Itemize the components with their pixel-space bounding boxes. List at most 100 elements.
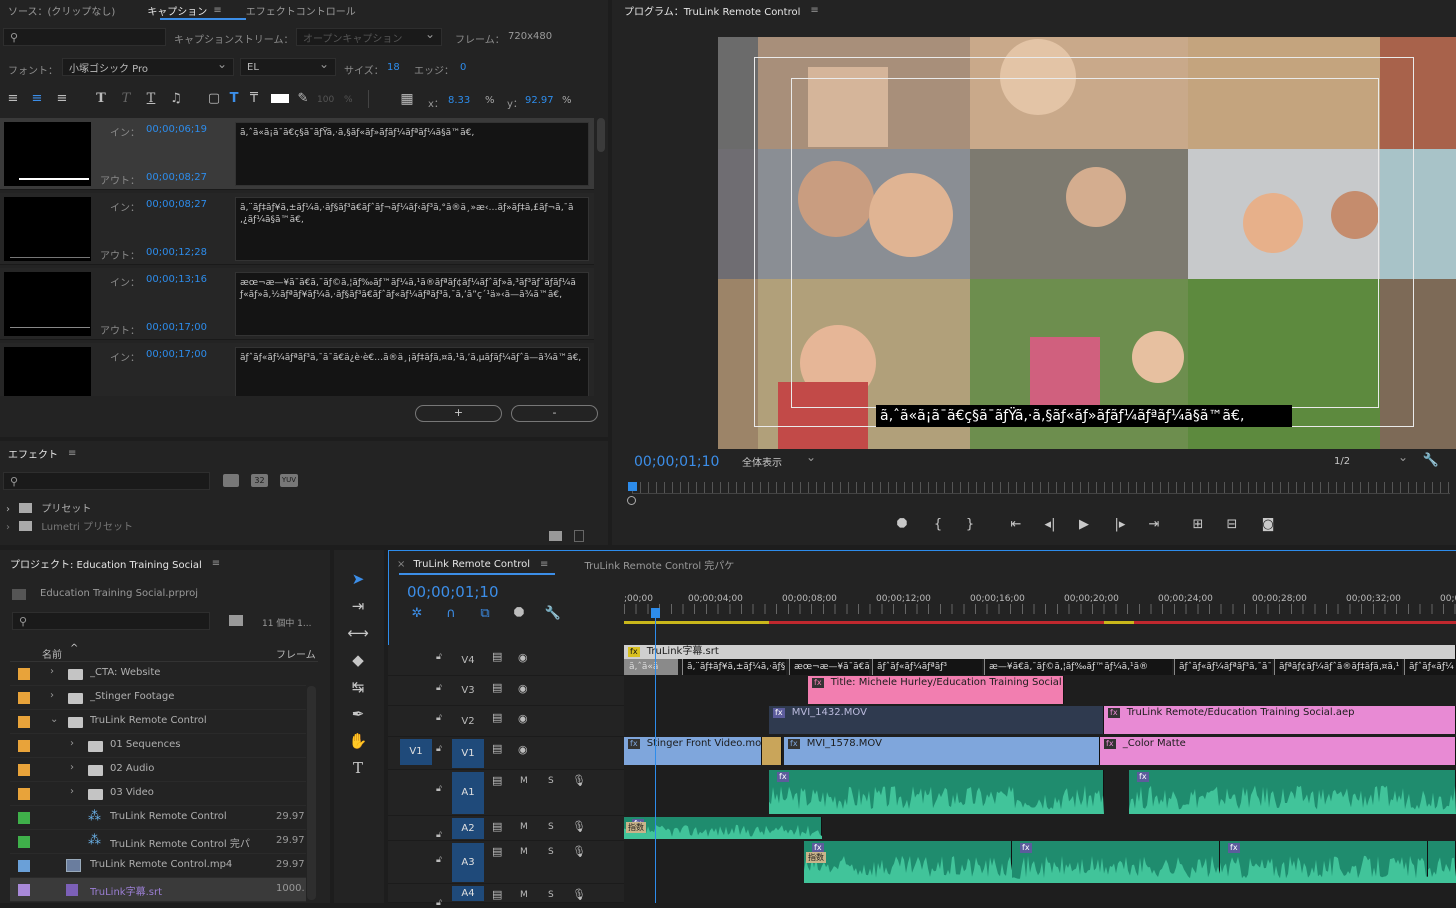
text-outline-icon[interactable]: ₸	[245, 90, 263, 108]
color-label-swatch[interactable]	[18, 812, 30, 824]
audio-clip-a1[interactable]: fx	[769, 770, 1104, 814]
caption-scrollbar[interactable]	[597, 118, 605, 152]
lift-icon[interactable]: ⊞	[1188, 517, 1208, 532]
track-header[interactable]: 🔓︎ A2 ▤ M S 🎙︎	[388, 816, 624, 841]
track-header[interactable]: 🔓︎ A1 ▤ M S 🎙︎	[388, 770, 624, 816]
new-bin-icon[interactable]	[549, 531, 562, 541]
music-note-icon[interactable]: ♫	[167, 90, 185, 108]
audio-clip-a1[interactable]: fx	[1129, 770, 1456, 814]
microphone-icon[interactable]: 🎙︎	[572, 820, 586, 833]
play-icon[interactable]: ▶	[1074, 517, 1094, 532]
sync-lock-icon[interactable]: ▤	[492, 845, 502, 858]
panel-menu-icon[interactable]: ≡	[68, 448, 76, 459]
track-header[interactable]: 🔓︎ V3 ▤ ◉	[388, 676, 624, 706]
source-patch-v1[interactable]: V1	[400, 739, 432, 765]
color-label-swatch[interactable]	[18, 668, 30, 680]
monitor-playhead[interactable]	[628, 482, 637, 491]
eyedropper-icon[interactable]: ✎	[294, 90, 312, 108]
tab-sequence-main[interactable]: TruLink Remote Control	[413, 559, 530, 570]
video-frame[interactable]: ã‚ˆã«ã¡ã¯ã€ç§ã¯ãƒŸã‚·ã‚§ãƒ«ãƒ»ãƒãƒ¼ãƒªãƒ…	[718, 37, 1456, 449]
y-value[interactable]: 92.97	[525, 95, 554, 106]
color-label-swatch[interactable]	[18, 788, 30, 800]
color-swatch[interactable]	[271, 94, 289, 103]
lock-icon[interactable]: 🔓︎	[436, 855, 442, 865]
eye-icon[interactable]: ◉	[518, 682, 528, 695]
selection-tool-icon[interactable]: ➤	[346, 568, 370, 590]
color-label-swatch[interactable]	[18, 692, 30, 704]
type-tool-icon[interactable]: T	[346, 757, 370, 779]
track-header[interactable]: 🔓︎ A3 ▤ M S 🎙︎	[388, 841, 624, 884]
position-grid-icon[interactable]: ▦	[398, 90, 416, 108]
mark-out-icon[interactable]: }	[960, 517, 980, 532]
size-value[interactable]: 18	[387, 62, 400, 73]
project-search-input[interactable]: ⚲	[12, 612, 210, 630]
caption-segment[interactable]: ãƒˆãƒ«ãƒ¼ãƒªãƒ³	[872, 659, 982, 675]
caption-search-input[interactable]: ⚲	[3, 28, 166, 46]
track-label[interactable]: A3	[452, 843, 484, 882]
go-to-in-icon[interactable]: ⇤	[1006, 517, 1026, 532]
italic-icon[interactable]: T	[117, 90, 135, 108]
eye-icon[interactable]: ◉	[518, 651, 528, 664]
mute-button[interactable]: M	[520, 822, 528, 832]
lock-icon[interactable]: 🔓︎	[436, 713, 442, 723]
marker-icon[interactable]: ⯃	[892, 517, 912, 532]
sync-lock-icon[interactable]: ▤	[492, 681, 502, 694]
timeline-playhead-line[interactable]	[655, 618, 656, 903]
solo-button[interactable]: S	[548, 847, 554, 857]
step-forward-icon[interactable]: |▸	[1110, 517, 1130, 532]
ripple-edit-tool-icon[interactable]: ⟷	[346, 622, 370, 644]
sync-lock-icon[interactable]: ▤	[492, 650, 502, 663]
track-label[interactable]: V4	[452, 647, 484, 674]
project-item[interactable]: ⌄ TruLink Remote Control	[10, 710, 306, 734]
color-label-swatch[interactable]	[18, 860, 30, 872]
audio-clip-a3[interactable]: fx	[1220, 841, 1428, 883]
panel-menu-icon[interactable]: ≡	[810, 5, 818, 16]
zoom-select[interactable]: 全体表示	[736, 450, 822, 470]
out-timecode[interactable]: 00;00;08;27	[146, 172, 207, 183]
in-timecode[interactable]: 00;00;17;00	[146, 349, 207, 360]
caption-stream-select[interactable]: オープンキャプション	[296, 27, 442, 46]
caption-row[interactable]: イン： 00;00;06;19 アウト： 00;00;08;27 ã‚ˆã«ã¡…	[0, 118, 594, 190]
effects-item-presets[interactable]: › プリセット	[6, 500, 91, 515]
close-icon[interactable]: ×	[397, 559, 405, 570]
monitor-time-ruler[interactable]	[632, 482, 1450, 494]
project-item[interactable]: TruLink字幕.srt 1000.	[10, 878, 306, 902]
solo-button[interactable]: S	[548, 822, 554, 832]
eye-icon[interactable]: ◉	[518, 743, 528, 756]
track-label[interactable]: A1	[452, 772, 484, 814]
opacity-value[interactable]: 100	[317, 95, 334, 105]
lock-icon[interactable]: 🔓︎	[436, 784, 442, 794]
transition-clip[interactable]	[762, 737, 782, 765]
timeline-settings-icon[interactable]: 🔧	[544, 605, 562, 623]
column-name[interactable]: 名前	[42, 646, 62, 661]
caption-segment[interactable]: æœ¬æ—¥ã¯ã€ã‚¯	[789, 659, 869, 675]
out-timecode[interactable]: 00;00;17;00	[146, 322, 207, 333]
aep-clip[interactable]: fx TruLink Remote/Education Training Soc…	[1104, 706, 1456, 734]
caption-overlay[interactable]: ã‚ˆã«ã¡ã¯ã€ç§ã¯ãƒŸã‚·ã‚§ãƒ«ãƒ»ãƒãƒ¼ãƒªãƒ…	[876, 405, 1292, 427]
caption-segment[interactable]: ã‚¨ãƒ‡ãƒ¥ã‚±ãƒ¼ã‚·ãƒ§	[682, 659, 786, 675]
tab-effect-controls[interactable]: エフェクトコントロール	[246, 3, 356, 18]
program-timecode[interactable]: 00;00;01;10	[634, 454, 719, 470]
expand-icon[interactable]: ›	[70, 762, 74, 773]
track-label[interactable]: V1	[452, 739, 484, 768]
mark-in-icon[interactable]: {	[928, 517, 948, 532]
expand-icon[interactable]: ›	[70, 738, 74, 749]
caption-clip-header[interactable]: fx TruLink字幕.srt	[624, 645, 1456, 659]
microphone-icon[interactable]: 🎙︎	[572, 888, 586, 901]
track-header[interactable]: 🔓︎ V4 ▤ ◉	[388, 645, 624, 676]
project-item[interactable]: › _CTA: Website	[10, 662, 306, 686]
tab-source[interactable]: ソース：(クリップなし)	[8, 3, 115, 18]
timeline-ruler[interactable]: ;00;00 00;00;04;00 00;00;08;00 00;00;12;00 0…	[624, 590, 1456, 624]
expand-icon[interactable]: ⌄	[50, 714, 58, 725]
color-label-swatch[interactable]	[18, 836, 30, 848]
font-select[interactable]: 小塚ゴシック Pro	[62, 57, 234, 76]
lock-icon[interactable]: 🔓︎	[436, 744, 442, 754]
sync-lock-icon[interactable]: ▤	[492, 820, 502, 833]
sync-lock-icon[interactable]: ▤	[492, 711, 502, 724]
new-bin-icon[interactable]	[229, 615, 243, 626]
project-item[interactable]: › 03 Video	[10, 782, 306, 806]
yuv-effects-icon[interactable]: YUV	[280, 474, 298, 487]
project-scrollbar[interactable]	[307, 686, 316, 900]
go-to-out-icon[interactable]: ⇥	[1144, 517, 1164, 532]
project-item[interactable]: ⁂ TruLink Remote Control 完パ 29.97	[10, 830, 306, 854]
